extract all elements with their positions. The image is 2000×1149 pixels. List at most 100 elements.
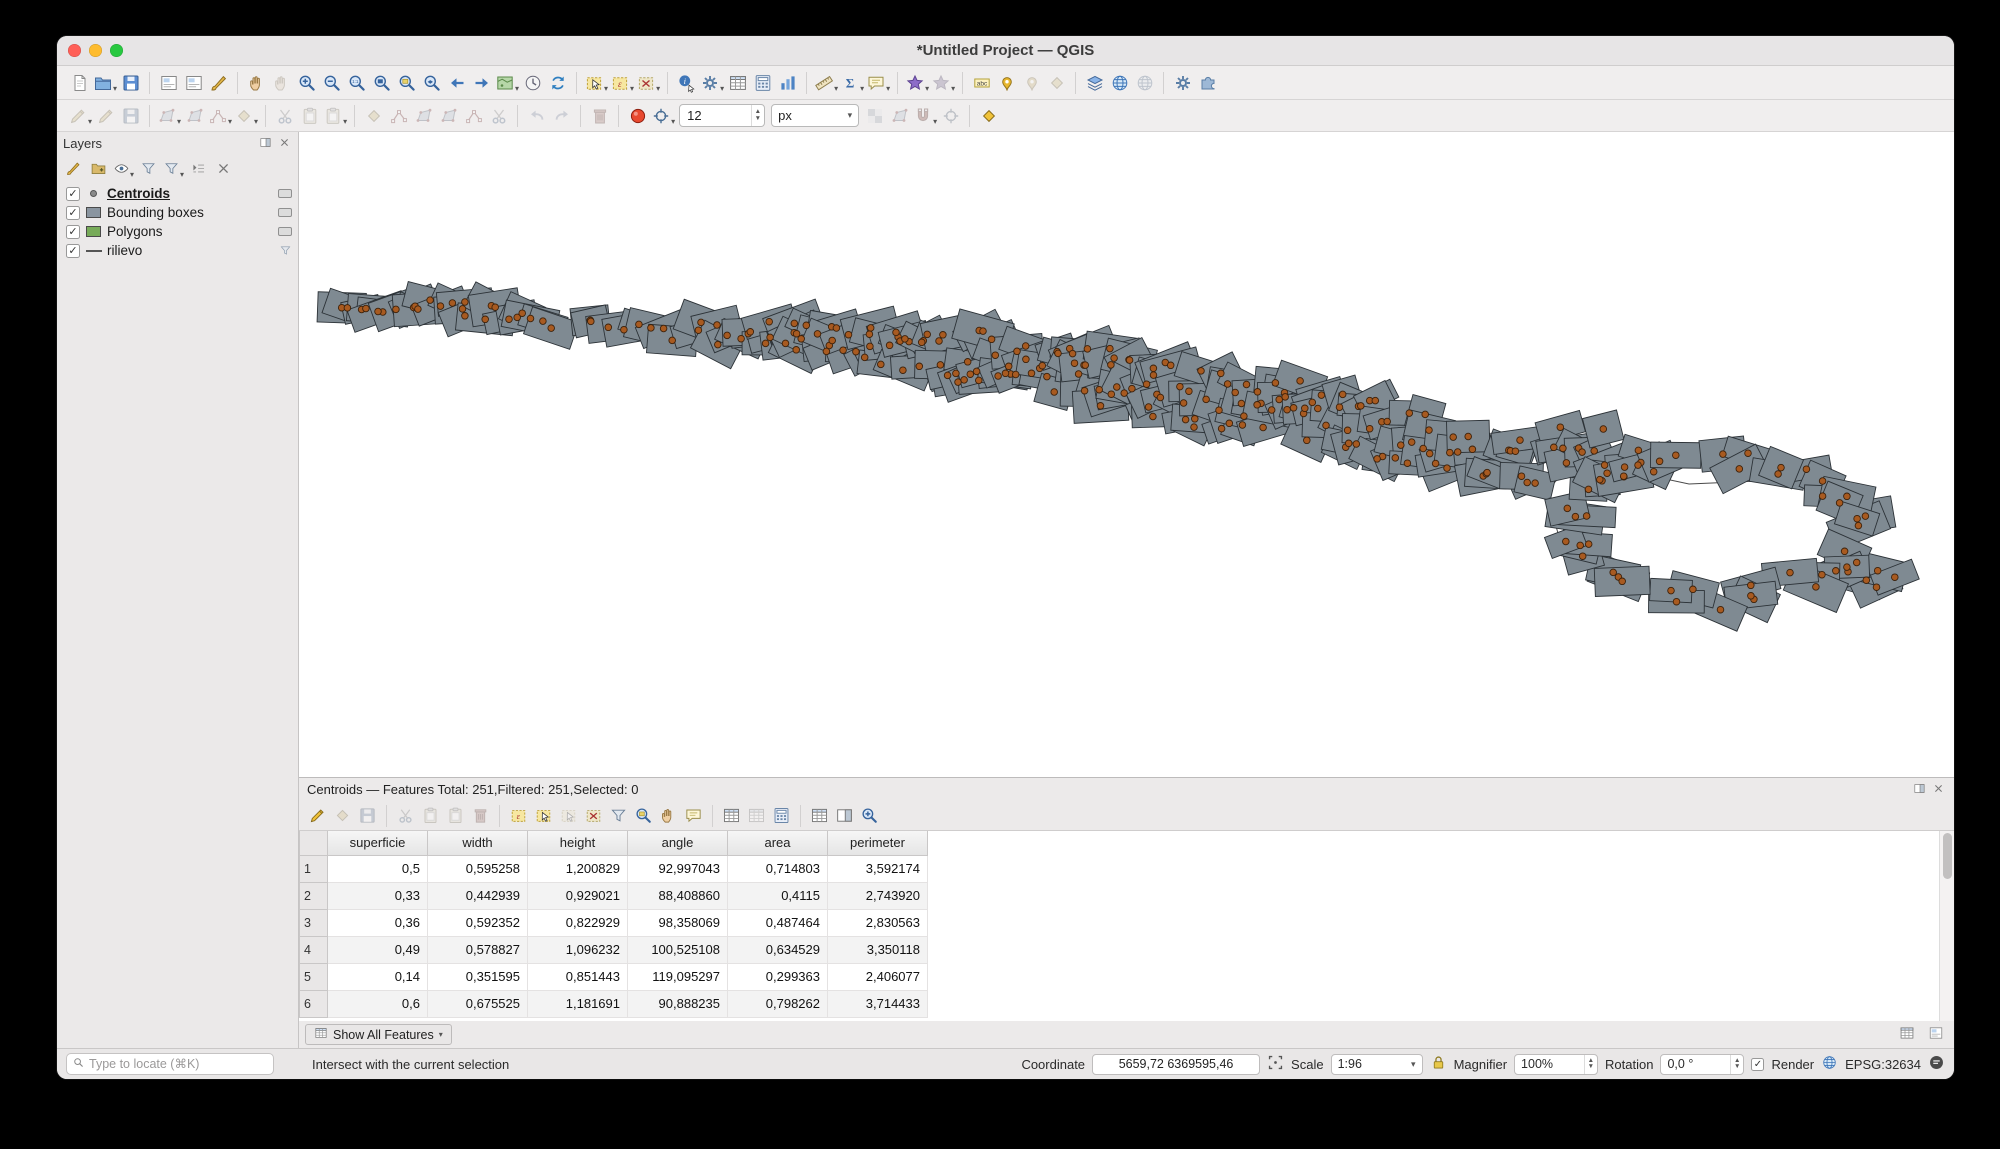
delete-field-button[interactable] (744, 802, 769, 829)
column-header-angle[interactable]: angle (627, 831, 728, 856)
copy-features-button[interactable] (297, 102, 322, 129)
filter-indicator-icon[interactable] (279, 244, 292, 257)
close-attribute-panel-button[interactable] (1930, 782, 1946, 798)
cell[interactable]: 1,181691 (527, 989, 628, 1018)
processing-toolbox-button[interactable] (1170, 69, 1195, 96)
extents-toggle-button[interactable] (1267, 1054, 1284, 1074)
column-header-area[interactable]: area (727, 831, 828, 856)
add-part-button[interactable] (436, 102, 461, 129)
cut-features-button[interactable] (393, 802, 418, 829)
run-feature-action-button[interactable]: ▾ (699, 69, 725, 96)
snapping-mode-button[interactable]: ▾ (650, 102, 676, 129)
dock-attribute-table-button[interactable] (832, 802, 857, 829)
row-number[interactable]: 6 (299, 989, 328, 1018)
form-view-button[interactable] (1923, 1021, 1948, 1048)
column-header-perimeter[interactable]: perimeter (827, 831, 928, 856)
zoom-full-button[interactable] (369, 69, 394, 96)
delete-selected-button[interactable] (587, 102, 612, 129)
plugin-manager-button[interactable] (1195, 69, 1220, 96)
select-by-expression-button[interactable]: ε ▾ (609, 69, 635, 96)
map-tips-button[interactable]: ▾ (865, 69, 891, 96)
zoom-out-button[interactable] (319, 69, 344, 96)
save-project-button[interactable] (118, 69, 143, 96)
cell[interactable]: 3,592174 (827, 854, 928, 883)
filter-by-expression-button[interactable]: ▾ (161, 155, 186, 182)
advanced-digitizing-tools-button[interactable] (976, 102, 1001, 129)
layer-visibility-checkbox[interactable]: ✓ (66, 243, 80, 258)
layer-visibility-checkbox[interactable]: ✓ (66, 186, 80, 201)
spin-arrows[interactable]: ▲ ▼ (750, 105, 764, 126)
new-field-button[interactable] (719, 802, 744, 829)
new-spatial-bookmark-button[interactable]: ▾ (904, 69, 930, 96)
layer-item-polygons[interactable]: ✓ Polygons (57, 222, 298, 241)
select-features-button[interactable]: ▾ (583, 69, 609, 96)
cell[interactable]: 100,525108 (627, 935, 728, 964)
show-bookmarks-button[interactable]: ▾ (930, 69, 956, 96)
cell[interactable]: 0,299363 (727, 962, 828, 991)
refresh-map-button[interactable] (545, 69, 570, 96)
split-features-button[interactable] (486, 102, 511, 129)
snapping-tolerance-spinbox[interactable]: 12 ▲ ▼ (679, 104, 766, 127)
pin-labels-button[interactable] (994, 69, 1019, 96)
cell[interactable]: 90,888235 (627, 989, 728, 1018)
row-number[interactable]: 2 (299, 881, 328, 910)
layout-manager-button[interactable] (181, 69, 206, 96)
cell[interactable]: 0,929021 (527, 881, 628, 910)
render-checkbox[interactable]: ✓ (1751, 1057, 1765, 1071)
sum-line-lengths-button[interactable]: Σ ▾ (839, 69, 865, 96)
column-header-width[interactable]: width (427, 831, 528, 856)
memory-layer-indicator-icon[interactable] (278, 189, 292, 198)
row-number[interactable]: 4 (299, 935, 328, 964)
cell[interactable]: 92,997043 (627, 854, 728, 883)
scale-combobox[interactable]: 1:96 ▾ (1330, 1053, 1423, 1075)
rotate-feature-button[interactable] (361, 102, 386, 129)
open-field-calculator-button[interactable] (769, 802, 794, 829)
save-edits-button[interactable] (355, 802, 380, 829)
zoom-native-button[interactable]: 1:1 (344, 69, 369, 96)
cell[interactable]: 88,408860 (627, 881, 728, 910)
layer-item-bounding-boxes[interactable]: ✓ Bounding boxes (57, 203, 298, 222)
conditional-formatting-button[interactable] (807, 802, 832, 829)
deselect-all-button[interactable] (581, 802, 606, 829)
select-all-button[interactable] (531, 802, 556, 829)
flash-features-button[interactable] (681, 802, 706, 829)
memory-layer-indicator-icon[interactable] (278, 227, 292, 236)
close-window-button[interactable] (68, 44, 81, 57)
enable-tracing-button[interactable]: ▾ (912, 102, 938, 129)
float-layers-panel-button[interactable] (257, 136, 273, 152)
add-ring-button[interactable] (411, 102, 436, 129)
pan-to-selection-button[interactable] (656, 802, 681, 829)
cell[interactable]: 2,406077 (827, 962, 928, 991)
new-project-button[interactable] (67, 69, 92, 96)
cell[interactable]: 0,714803 (727, 854, 828, 883)
row-number[interactable]: 1 (299, 854, 328, 883)
zoom-window-button[interactable] (110, 44, 123, 57)
toggle-editing-button[interactable] (93, 102, 118, 129)
redo-button[interactable] (549, 102, 574, 129)
open-attribute-table-button[interactable] (725, 69, 750, 96)
cell[interactable]: 0,578827 (427, 935, 528, 964)
locate-search-box[interactable] (66, 1053, 274, 1075)
cell[interactable]: 3,350118 (827, 935, 928, 964)
zoom-last-button[interactable] (444, 69, 469, 96)
temporal-controller-button[interactable] (520, 69, 545, 96)
cell[interactable]: 0,33 (327, 881, 428, 910)
titlebar[interactable]: *Untitled Project — QGIS (57, 36, 1954, 66)
zoom-to-selection-button[interactable] (394, 69, 419, 96)
expand-all-button[interactable] (186, 155, 211, 182)
save-layer-edits-button[interactable] (118, 102, 143, 129)
remove-layer-button[interactable] (211, 155, 236, 182)
memory-layer-indicator-icon[interactable] (278, 208, 292, 217)
identify-features-button[interactable]: i (674, 69, 699, 96)
snapping-unit-combobox[interactable]: px ▾ (771, 104, 860, 127)
pan-to-selection-button[interactable] (269, 69, 294, 96)
avoid-overlap-button[interactable] (887, 102, 912, 129)
search-options-button[interactable] (857, 802, 882, 829)
snapping-options-button[interactable] (625, 102, 650, 129)
style-manager-button[interactable] (206, 69, 231, 96)
row-number[interactable]: 3 (299, 908, 328, 937)
zoom-to-layer-button[interactable] (419, 69, 444, 96)
lock-scale-button[interactable] (1430, 1054, 1447, 1074)
cell[interactable]: 0,798262 (727, 989, 828, 1018)
statistical-summary-button[interactable] (775, 69, 800, 96)
